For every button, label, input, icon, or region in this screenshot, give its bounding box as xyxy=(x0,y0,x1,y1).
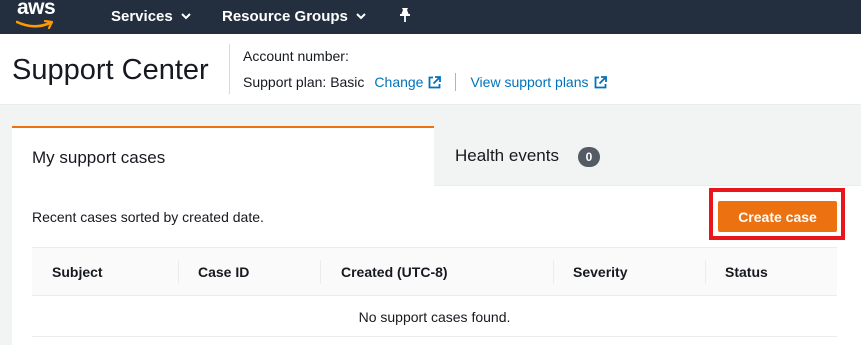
resource-groups-label: Resource Groups xyxy=(222,8,348,25)
page-title: Support Center xyxy=(12,54,209,86)
change-link-label: Change xyxy=(374,74,424,90)
external-link-icon xyxy=(594,75,607,88)
chevron-down-icon xyxy=(356,12,366,23)
column-divider xyxy=(320,260,321,284)
column-severity[interactable]: Severity xyxy=(573,264,627,280)
column-status[interactable]: Status xyxy=(725,264,768,280)
column-case-id[interactable]: Case ID xyxy=(198,264,249,280)
change-plan-link[interactable]: Change xyxy=(374,74,442,90)
cases-caption: Recent cases sorted by created date. xyxy=(32,209,264,225)
aws-logo[interactable]: aws xyxy=(14,0,58,30)
services-label: Services xyxy=(111,8,173,25)
empty-table-message: No support cases found. xyxy=(32,296,837,337)
view-support-plans-link[interactable]: View support plans xyxy=(470,74,607,90)
column-divider xyxy=(178,260,179,284)
health-events-count-badge: 0 xyxy=(578,147,600,167)
tab-label: Health events xyxy=(455,146,559,165)
support-cases-card: My support cases Health events 0 Recent … xyxy=(12,126,861,345)
pin-icon[interactable] xyxy=(398,7,412,28)
resource-groups-menu[interactable]: Resource Groups xyxy=(222,8,366,25)
tab-label: My support cases xyxy=(32,148,166,167)
smile-arrow-icon xyxy=(16,20,54,30)
link-separator xyxy=(455,73,457,91)
create-case-button[interactable]: Create case xyxy=(718,201,837,232)
services-menu[interactable]: Services xyxy=(111,8,191,25)
column-divider xyxy=(705,260,706,284)
support-plan-value: Basic xyxy=(330,74,365,90)
column-subject[interactable]: Subject xyxy=(52,264,103,280)
tab-my-support-cases[interactable]: My support cases xyxy=(12,126,434,187)
account-number-label: Account number: xyxy=(243,48,349,64)
column-divider xyxy=(553,260,554,284)
view-plans-label: View support plans xyxy=(470,74,589,90)
logo-text: aws xyxy=(17,0,56,19)
table-header: Subject Case ID Created (UTC-8) Severity… xyxy=(32,247,837,296)
external-link-icon xyxy=(429,75,442,88)
column-created[interactable]: Created (UTC-8) xyxy=(341,264,448,280)
account-number: Account number: xyxy=(243,48,349,64)
support-plan: Support plan: Basic Change View support … xyxy=(243,73,607,91)
page-header: Support Center Account number: Support p… xyxy=(0,34,861,105)
tab-health-events[interactable]: Health events 0 xyxy=(434,126,861,186)
top-navigation-bar: aws Services Resource Groups xyxy=(0,0,861,34)
support-plan-label: Support plan: xyxy=(243,74,327,90)
chevron-down-icon xyxy=(181,12,191,23)
header-divider xyxy=(229,44,230,94)
